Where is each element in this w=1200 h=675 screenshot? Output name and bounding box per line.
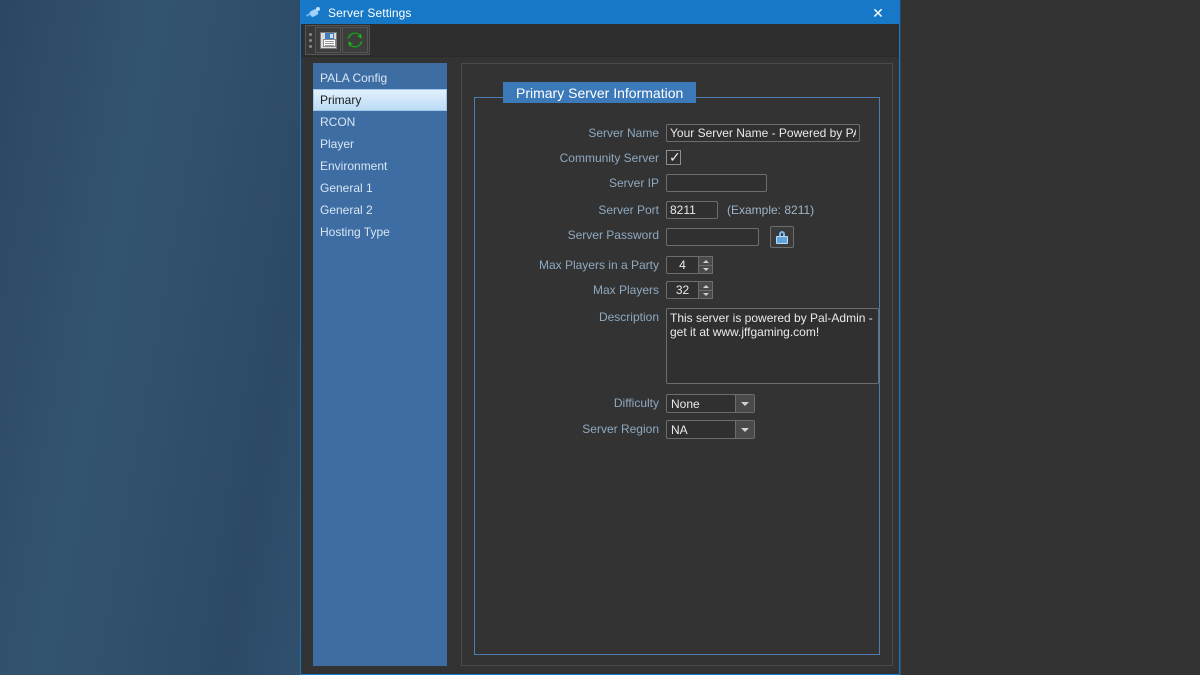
row-max-players: Max Players 32 [475, 281, 879, 299]
desktop-right-fill [901, 0, 1200, 675]
window-title: Server Settings [328, 6, 412, 20]
reload-button[interactable] [342, 27, 368, 53]
check-icon: ✓ [669, 149, 681, 165]
close-icon[interactable]: ✕ [857, 1, 899, 24]
label-community-server: Community Server [475, 149, 666, 167]
password-reveal-button[interactable] [770, 226, 794, 248]
window-titlebar[interactable]: Server Settings ✕ [301, 1, 899, 24]
max-players-party-stepper[interactable]: 4 [666, 256, 713, 274]
label-server-ip: Server IP [475, 174, 666, 192]
sidebar-item-rcon[interactable]: RCON [313, 111, 447, 133]
server-region-select[interactable]: NA [666, 420, 755, 439]
row-server-name: Server Name [475, 124, 879, 142]
row-description: Description This server is powered by Pa… [475, 308, 879, 384]
chevron-up-icon [703, 260, 709, 263]
max-players-party-decrement[interactable] [698, 265, 713, 274]
row-max-players-party: Max Players in a Party 4 [475, 256, 879, 274]
label-max-players: Max Players [475, 281, 666, 299]
description-textarea[interactable]: This server is powered by Pal-Admin - ge… [666, 308, 879, 384]
chevron-down-icon [703, 293, 709, 296]
toolbar [301, 24, 899, 57]
chevron-down-icon[interactable] [735, 421, 754, 438]
sidebar-item-general-1[interactable]: General 1 [313, 177, 447, 199]
groupbox-title: Primary Server Information [503, 82, 696, 103]
server-password-input[interactable] [666, 228, 759, 246]
padlock-icon [776, 231, 788, 244]
toolstrip [305, 25, 370, 55]
app-emblem-icon [305, 4, 323, 22]
label-max-players-party: Max Players in a Party [475, 256, 666, 274]
difficulty-select[interactable]: None [666, 394, 755, 413]
community-server-checkbox[interactable]: ✓ [666, 150, 681, 165]
difficulty-value: None [667, 397, 735, 411]
label-server-port: Server Port [475, 201, 666, 219]
max-players-decrement[interactable] [698, 290, 713, 299]
refresh-icon [346, 31, 364, 49]
server-settings-form: Server Name Community Server ✓ [475, 124, 879, 446]
save-button[interactable] [315, 27, 341, 53]
label-difficulty: Difficulty [475, 394, 666, 412]
row-server-password: Server Password [475, 226, 879, 248]
sidebar-nav: PALA Config Primary RCON Player Environm… [313, 63, 447, 666]
server-port-hint: (Example: 8211) [727, 201, 814, 219]
drag-grip[interactable] [306, 27, 315, 53]
max-players-value[interactable]: 32 [666, 281, 698, 299]
label-server-region: Server Region [475, 420, 666, 438]
max-players-party-value[interactable]: 4 [666, 256, 698, 274]
chevron-down-icon [703, 268, 709, 271]
row-community-server: Community Server ✓ [475, 149, 879, 167]
chevron-up-icon [703, 285, 709, 288]
primary-server-information-groupbox: Primary Server Information Server Name C… [474, 97, 880, 655]
sidebar-item-environment[interactable]: Environment [313, 155, 447, 177]
floppy-disk-icon [320, 32, 337, 49]
max-players-party-increment[interactable] [698, 256, 713, 265]
label-description: Description [475, 308, 666, 326]
sidebar-item-general-2[interactable]: General 2 [313, 199, 447, 221]
label-server-name: Server Name [475, 124, 666, 142]
label-server-password: Server Password [475, 226, 666, 244]
sidebar-item-primary[interactable]: Primary [313, 89, 447, 111]
server-name-input[interactable] [666, 124, 860, 142]
max-players-stepper[interactable]: 32 [666, 281, 713, 299]
row-server-ip: Server IP [475, 174, 879, 192]
row-server-region: Server Region NA [475, 420, 879, 439]
server-region-value: NA [667, 423, 735, 437]
server-settings-window: Server Settings ✕ [300, 0, 900, 675]
server-ip-input[interactable] [666, 174, 767, 192]
content-panel: Primary Server Information Server Name C… [461, 63, 893, 666]
window-body: PALA Config Primary RCON Player Environm… [301, 57, 899, 674]
max-players-increment[interactable] [698, 281, 713, 290]
sidebar-item-pala-config[interactable]: PALA Config [313, 67, 447, 89]
sidebar-item-player[interactable]: Player [313, 133, 447, 155]
server-port-input[interactable] [666, 201, 718, 219]
row-difficulty: Difficulty None [475, 394, 879, 413]
row-server-port: Server Port (Example: 8211) [475, 201, 879, 219]
desktop-background: Server Settings ✕ [0, 0, 1200, 675]
sidebar-item-hosting-type[interactable]: Hosting Type [313, 221, 447, 243]
chevron-down-icon[interactable] [735, 395, 754, 412]
